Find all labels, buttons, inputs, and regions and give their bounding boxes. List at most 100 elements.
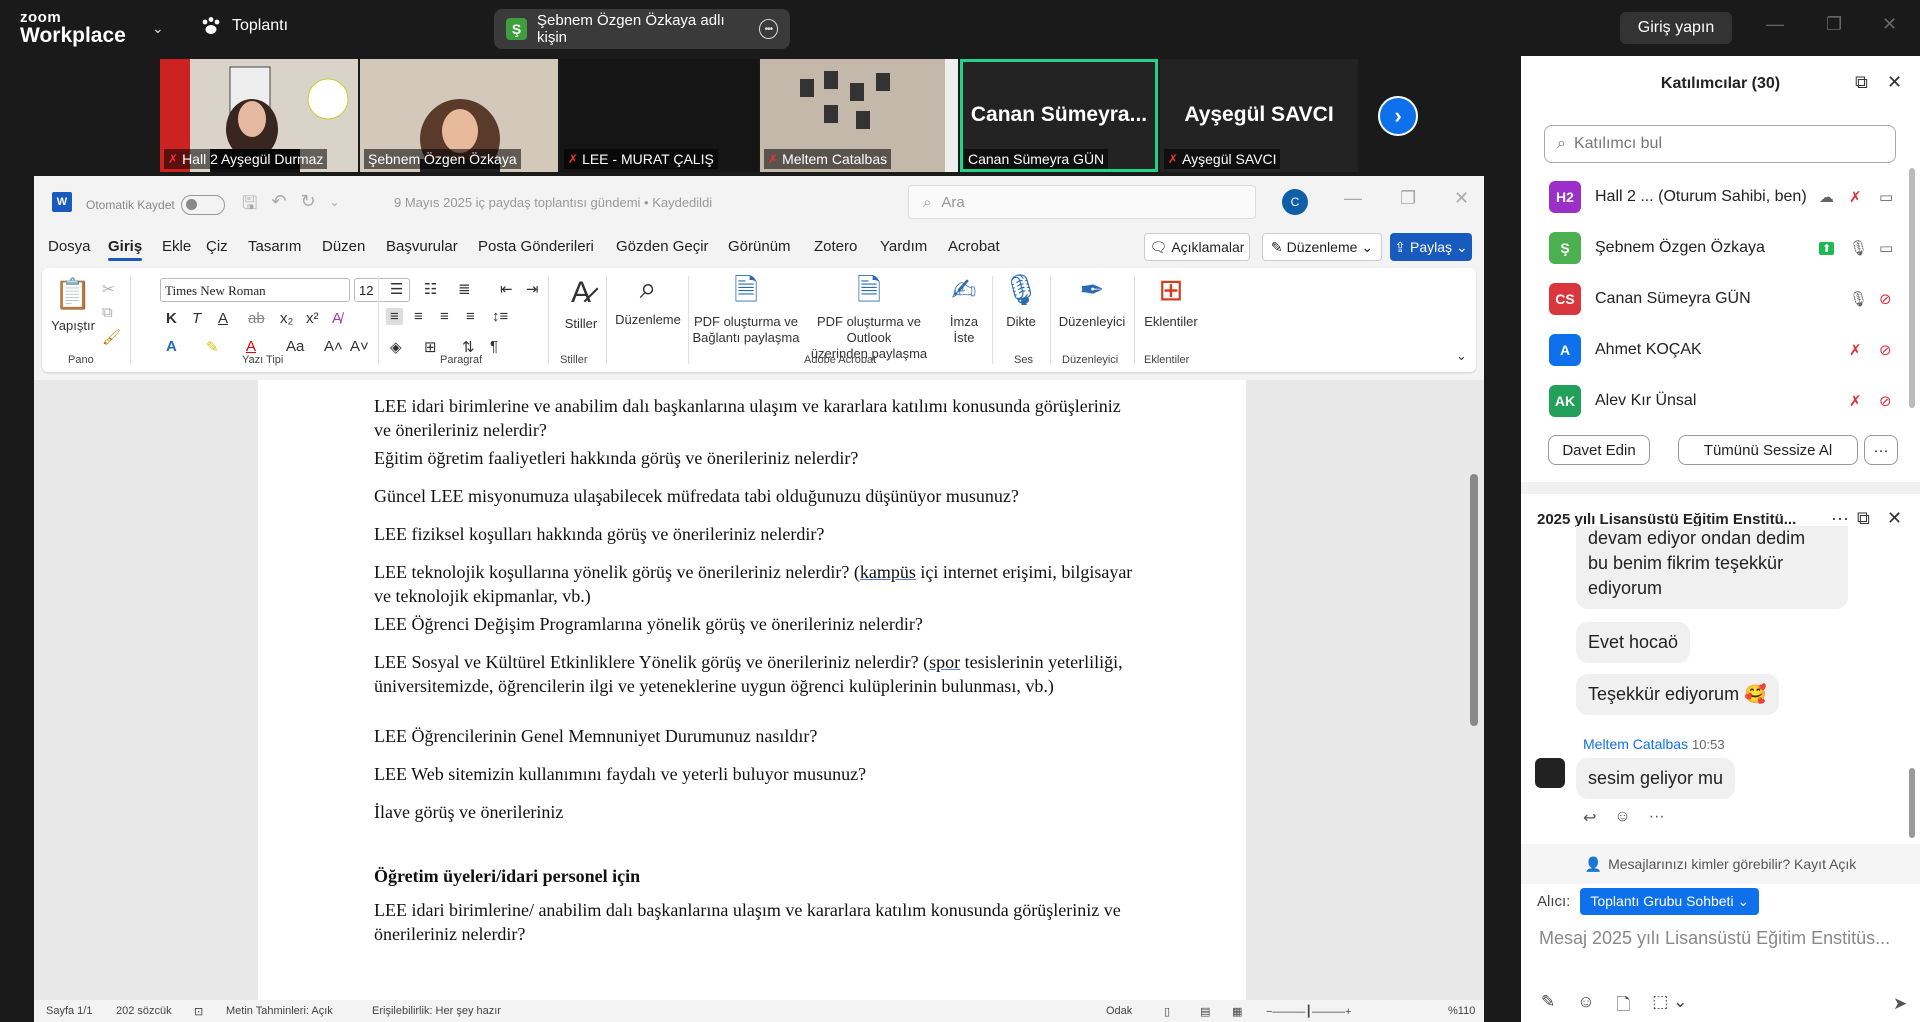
page-count[interactable]: Sayfa 1/1	[46, 1005, 92, 1017]
format-text-icon[interactable]: ✎	[1541, 992, 1555, 1021]
next-page-arrow-icon[interactable]: ›	[1378, 96, 1418, 136]
justify-icon[interactable]: ≡	[466, 308, 475, 325]
tab-çiz[interactable]: Çiz	[206, 238, 228, 255]
document-paragraph[interactable]: Öğretim üyeleri/idari personel için	[374, 864, 1134, 888]
invite-button[interactable]: Davet Edin	[1548, 435, 1650, 465]
strikethrough-icon[interactable]: ab	[248, 310, 265, 327]
clear-format-icon[interactable]: A̸	[332, 310, 342, 327]
restore-icon[interactable]: ❐	[1826, 14, 1842, 35]
video-off-icon[interactable]: ⊘	[1879, 392, 1892, 410]
change-case-icon[interactable]: Aa	[286, 338, 304, 355]
close-icon[interactable]: ✕	[1887, 508, 1902, 529]
highlight-icon[interactable]: ✎	[206, 338, 219, 356]
more-options-button[interactable]: ···	[1864, 435, 1898, 465]
print-layout-icon[interactable]: ▤	[1200, 1005, 1210, 1018]
participant-row[interactable]: CS Canan Sümeyra GÜN ⊘ 🎙	[1521, 274, 1920, 324]
video-tile[interactable]: Ayşegül SAVCI ✗ Ayşegül SAVCI	[1160, 59, 1358, 172]
font-color-icon[interactable]: A	[246, 338, 256, 355]
video-icon[interactable]: ▭	[1879, 239, 1893, 257]
tab-posta-gönderileri[interactable]: Posta Gönderileri	[478, 238, 594, 255]
show-formatting-icon[interactable]: ¶	[490, 338, 498, 355]
tab-giriş[interactable]: Giriş	[108, 238, 143, 261]
meeting-info-button[interactable]: Toplantı	[200, 16, 288, 36]
tab-başvurular[interactable]: Başvurular	[386, 238, 458, 255]
document-paragraph[interactable]: LEE Sosyal ve Kültürel Etkinliklere Yöne…	[374, 650, 1134, 698]
cut-icon[interactable]: ✂	[102, 280, 115, 298]
superscript-icon[interactable]: x²	[306, 310, 319, 327]
video-tile[interactable]: ✗ Hall 2 Ayşegül Durmaz	[160, 59, 358, 172]
zoom-slider[interactable]: −———┃———+	[1266, 1005, 1351, 1018]
customize-qat-icon[interactable]: ⌄	[330, 191, 340, 221]
pdf-outlook-share-button[interactable]: 🗎 PDF oluşturma ve Outlook üzerinden pay…	[798, 272, 940, 362]
more-icon[interactable]: ···	[1649, 808, 1665, 828]
underline-icon[interactable]: A	[218, 310, 228, 327]
share-screen-icon[interactable]: ⬆	[1819, 241, 1835, 255]
zoom-level[interactable]: %110	[1448, 1005, 1475, 1017]
tab-görünüm[interactable]: Görünüm	[728, 238, 791, 255]
signin-button[interactable]: Giriş yapın	[1620, 12, 1732, 44]
video-tile[interactable]: Şebnem Özgen Özkaya	[360, 59, 558, 172]
align-left-icon[interactable]: ≡	[386, 308, 403, 325]
decrease-indent-icon[interactable]: ⇤	[500, 280, 513, 298]
styles-button[interactable]: A̷ Stiller	[556, 274, 606, 332]
video-icon[interactable]: ▭	[1879, 188, 1893, 206]
tab-tasarım[interactable]: Tasarım	[248, 238, 301, 255]
editing-mode-button[interactable]: ✎ Düzenleme ⌄	[1262, 233, 1382, 261]
editor-button[interactable]: ✒ Düzenleyici	[1052, 272, 1132, 330]
emoji-react-icon[interactable]: ☺	[1614, 808, 1630, 828]
editing-button[interactable]: ⌕ Düzenleme	[610, 270, 686, 328]
participant-row[interactable]: H2 Hall 2 ... (Oturum Sahibi, ben) ▭ ✗ ☁	[1521, 172, 1920, 222]
accessibility-status[interactable]: Erişilebilirlik: Her şey hazır	[372, 1005, 501, 1017]
document-paragraph[interactable]: LEE Web sitemizin kullanımını faydalı ve…	[374, 762, 1134, 786]
document-paragraph[interactable]: LEE idari birimlerine/ anabilim dalı baş…	[374, 898, 1134, 946]
video-off-icon[interactable]: ⊘	[1879, 341, 1892, 359]
mute-all-button[interactable]: Tümünü Sessize Al	[1678, 435, 1858, 465]
word-search-box[interactable]: ⌕ Ara	[908, 185, 1256, 219]
upload-cloud-icon[interactable]: ☁	[1819, 188, 1834, 206]
text-predictions[interactable]: Metin Tahminleri: Açık	[226, 1005, 333, 1017]
format-painter-icon[interactable]: 🖌	[102, 328, 121, 346]
font-name-select[interactable]: Times New Roman	[160, 278, 350, 302]
video-tile[interactable]: ✗ Meltem Catalbas	[760, 59, 958, 172]
document-paragraph[interactable]: LEE fiziksel koşulları hakkında görüş ve…	[374, 522, 1134, 546]
mic-off-icon[interactable]: ✗	[1849, 392, 1862, 410]
document-page[interactable]: LEE idari birimlerine ve anabilim dalı b…	[258, 380, 1246, 1000]
popout-icon[interactable]: ⧉	[1857, 508, 1870, 529]
user-avatar[interactable]: C	[1282, 189, 1308, 215]
request-signature-button[interactable]: ✍ İmza İste	[940, 272, 988, 346]
tab-acrobat[interactable]: Acrobat	[948, 238, 1000, 255]
microphone-icon[interactable]: 🎙	[1849, 239, 1868, 257]
bold-icon[interactable]: K	[166, 310, 177, 327]
document-paragraph[interactable]: İlave görüş ve önerileriniz	[374, 800, 1134, 824]
tab-zotero[interactable]: Zotero	[814, 238, 857, 255]
zoom-logo[interactable]: zoom Workplace	[20, 10, 126, 46]
paste-button[interactable]: 📋 Yapıştır	[48, 276, 98, 334]
active-speaker-pill[interactable]: Ş Şebnem Özgen Özkaya adlı kişin •••	[494, 9, 790, 49]
close-icon[interactable]: ✕	[1882, 14, 1897, 35]
tab-yardım[interactable]: Yardım	[880, 238, 927, 255]
popout-icon[interactable]: ⧉	[1855, 72, 1868, 93]
panel-divider[interactable]	[1521, 482, 1920, 494]
chat-message[interactable]: devam ediyor ondan dedim bu benim fikrim…	[1576, 526, 1848, 609]
borders-icon[interactable]: ⊞	[424, 338, 437, 356]
minimize-icon[interactable]: —	[1766, 14, 1784, 35]
autosave-toggle[interactable]: Otomatik Kaydet	[86, 195, 225, 215]
proofing-icon[interactable]: ⊡	[194, 1005, 203, 1018]
recipient-select[interactable]: Toplantı Grubu Sohbeti ⌄	[1580, 888, 1760, 915]
collapse-ribbon-icon[interactable]: ⌄	[1456, 348, 1467, 364]
chat-message[interactable]: Teşekkür ediyorum 🥰	[1576, 674, 1779, 715]
reply-icon[interactable]: ↩	[1583, 808, 1596, 828]
close-icon[interactable]: ✕	[1454, 188, 1469, 209]
participant-row[interactable]: AK Alev Kır Ünsal ⊘ ✗	[1521, 376, 1920, 426]
document-paragraph[interactable]: LEE idari birimlerine ve anabilim dalı b…	[374, 394, 1134, 442]
video-off-icon[interactable]: ⊘	[1879, 290, 1892, 308]
align-right-icon[interactable]: ≡	[440, 308, 449, 325]
document-paragraph[interactable]: LEE Öğrencilerinin Genel Memnuniyet Duru…	[374, 724, 1134, 748]
web-layout-icon[interactable]: ▦	[1232, 1005, 1242, 1018]
microphone-icon[interactable]: 🎙	[1849, 290, 1868, 308]
shrink-font-icon[interactable]: A˅	[350, 338, 369, 355]
restore-icon[interactable]: ❐	[1400, 188, 1416, 209]
bullets-icon[interactable]: ☰	[390, 280, 403, 298]
redo-icon[interactable]: ↻	[300, 191, 315, 221]
video-tile[interactable]: Canan Sümeyra... Canan Sümeyra GÜN	[960, 59, 1158, 172]
